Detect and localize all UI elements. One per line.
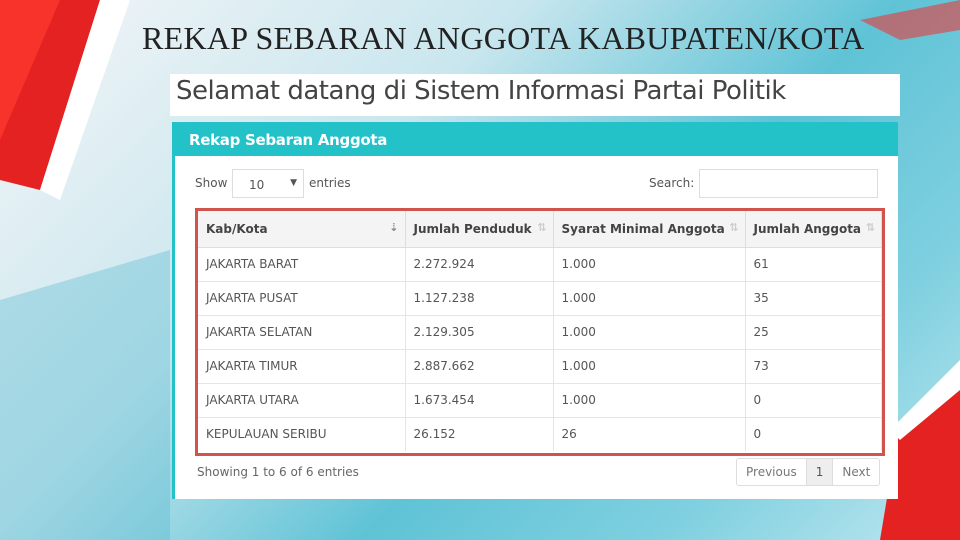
page-size-select[interactable]: 10 ▼ — [232, 169, 304, 198]
table-cell: 1.000 — [553, 280, 746, 315]
slide-title: REKAP SEBARAN ANGGOTA KABUPATEN/KOTA — [142, 20, 865, 56]
sort-icon: ⇅ — [865, 221, 875, 234]
table-cell: 2.272.924 — [405, 246, 554, 281]
table-cell: 1.673.454 — [405, 382, 554, 417]
table-row: JAKARTA SELATAN 2.129.305 1.000 25 — [198, 314, 882, 349]
table-cell: 61 — [745, 246, 882, 281]
rekap-panel: Rekap Sebaran Anggota Show 10 ▼ entries S… — [172, 122, 898, 499]
table-cell: 0 — [745, 382, 882, 417]
sort-desc-icon: ⇣ — [389, 221, 399, 234]
table-cell: 2.129.305 — [405, 314, 554, 349]
table-cell: 1.000 — [553, 382, 746, 417]
table-cell: 73 — [745, 348, 882, 383]
table-info: Showing 1 to 6 of 6 entries — [197, 465, 359, 479]
show-label: Show — [195, 176, 228, 190]
column-header-label: Jumlah Penduduk — [413, 221, 532, 236]
sort-icon: ⇅ — [729, 221, 739, 234]
column-header[interactable]: Jumlah Penduduk ⇅ — [405, 211, 554, 248]
column-header[interactable]: Kab/Kota ⇣ — [198, 211, 406, 248]
previous-button[interactable]: Previous — [737, 459, 807, 485]
table-cell: KEPULAUAN SERIBU — [198, 416, 406, 451]
table-cell: 1.000 — [553, 348, 746, 383]
table-row: JAKARTA BARAT 2.272.924 1.000 61 — [198, 246, 882, 281]
table-cell: 0 — [745, 416, 882, 451]
column-header-label: Syarat Minimal Anggota — [561, 221, 725, 236]
table-row: KEPULAUAN SERIBU 26.152 26 0 — [198, 416, 882, 451]
table-cell: 25 — [745, 314, 882, 349]
next-button[interactable]: Next — [833, 459, 879, 485]
table-cell: JAKARTA PUSAT — [198, 280, 406, 315]
table-cell: 26 — [553, 416, 746, 451]
table-cell: 1.000 — [553, 314, 746, 349]
table-cell: JAKARTA BARAT — [198, 246, 406, 281]
search-input[interactable] — [699, 169, 878, 198]
table-cell: JAKARTA UTARA — [198, 382, 406, 417]
table-cell: JAKARTA SELATAN — [198, 314, 406, 349]
column-header[interactable]: Syarat Minimal Anggota ⇅ — [553, 211, 746, 248]
sort-icon: ⇅ — [537, 221, 547, 234]
page-1-button[interactable]: 1 — [806, 459, 834, 485]
welcome-banner: Selamat datang di Sistem Informasi Parta… — [170, 74, 900, 116]
pagination: Previous 1 Next — [736, 458, 881, 486]
table-cell: 26.152 — [405, 416, 554, 451]
column-header-label: Kab/Kota — [206, 221, 268, 236]
data-table: Kab/Kota ⇣ Jumlah Penduduk ⇅ Syarat Minimal … — [198, 211, 882, 451]
entries-label: entries — [309, 176, 351, 190]
table-cell: JAKARTA TIMUR — [198, 348, 406, 383]
table-row: JAKARTA UTARA 1.673.454 1.000 0 — [198, 382, 882, 417]
table-cell: 1.127.238 — [405, 280, 554, 315]
table-row: JAKARTA PUSAT 1.127.238 1.000 35 — [198, 280, 882, 315]
table-cell: 35 — [745, 280, 882, 315]
chevron-down-icon: ▼ — [290, 178, 297, 188]
panel-title: Rekap Sebaran Anggota — [175, 122, 898, 156]
table-row: JAKARTA TIMUR 2.887.662 1.000 73 — [198, 348, 882, 383]
data-table-highlight: Kab/Kota ⇣ Jumlah Penduduk ⇅ Syarat Minimal … — [195, 208, 885, 456]
column-header-label: Jumlah Anggota — [753, 221, 862, 236]
table-cell: 2.887.662 — [405, 348, 554, 383]
column-header[interactable]: Jumlah Anggota ⇅ — [745, 211, 882, 248]
search-label: Search: — [649, 176, 695, 190]
page-size-value: 10 — [249, 178, 265, 192]
table-cell: 1.000 — [553, 246, 746, 281]
